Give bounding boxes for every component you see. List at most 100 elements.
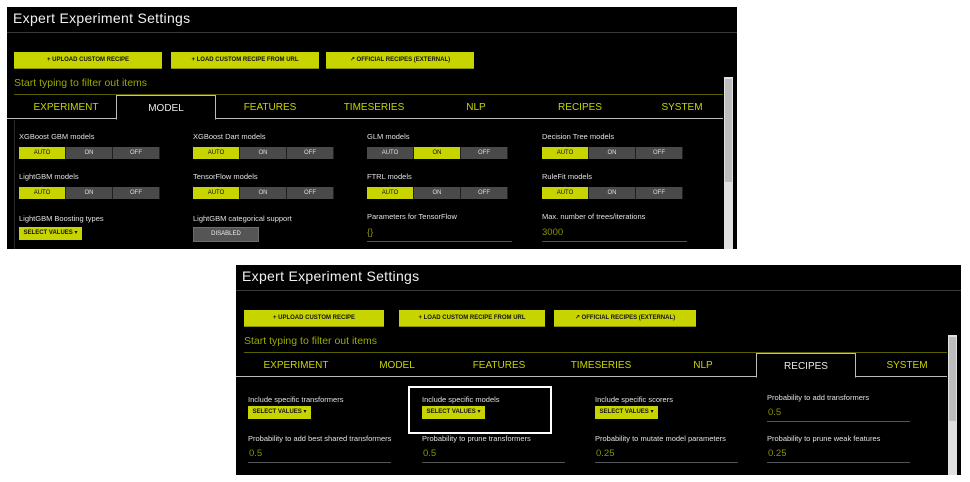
tab-nlp[interactable]: NLP — [427, 97, 525, 118]
prob-best-shared-input[interactable]: 0.5 — [249, 448, 262, 459]
option-off[interactable]: OFF — [287, 147, 334, 159]
include-transformers-select-button[interactable]: SELECT VALUES ▾ — [248, 406, 311, 419]
tab-timeseries[interactable]: TIMESERIES — [553, 355, 649, 376]
option-off[interactable]: OFF — [287, 187, 334, 199]
categorical-support-label: LightGBM categorical support — [193, 214, 292, 223]
toggle-label: FTRL models — [367, 172, 412, 181]
option-off[interactable]: OFF — [636, 147, 683, 159]
tab-timeseries[interactable]: TIMESERIES — [325, 97, 423, 118]
max-trees-input[interactable]: 3000 — [542, 227, 563, 238]
option-off[interactable]: OFF — [636, 187, 683, 199]
model-settings-body: XGBoost GBM models AUTO ON OFF XGBoost D… — [14, 120, 723, 249]
option-on[interactable]: ON — [66, 187, 113, 199]
tab-nlp[interactable]: NLP — [655, 355, 751, 376]
prob-mutate-params-label: Probability to mutate model parameters — [595, 434, 726, 443]
boosting-types-select-button[interactable]: SELECT VALUES ▾ — [19, 227, 82, 240]
toggle-label: Decision Tree models — [542, 132, 615, 141]
option-on[interactable]: ON — [414, 145, 461, 159]
glm-toggle[interactable]: AUTO ON OFF — [367, 145, 508, 159]
panel-title: Expert Experiment Settings — [242, 268, 420, 284]
categorical-support-button[interactable]: DISABLED — [193, 227, 259, 242]
prob-mutate-params-input[interactable]: 0.25 — [596, 448, 615, 459]
tf-params-input[interactable]: {} — [367, 227, 373, 238]
option-off[interactable]: OFF — [113, 187, 160, 199]
decision-tree-toggle[interactable]: AUTO ON OFF — [542, 145, 683, 159]
ftrl-toggle[interactable]: AUTO ON OFF — [367, 185, 508, 199]
tab-features[interactable]: FEATURES — [451, 355, 547, 376]
xgboost-dart-toggle[interactable]: AUTO ON OFF — [193, 145, 334, 159]
toggle-label: TensorFlow models — [193, 172, 258, 181]
prob-prune-weak-label: Probability to prune weak features — [767, 434, 881, 443]
prob-mutate-params-underline — [595, 462, 738, 463]
prob-prune-transformers-input[interactable]: 0.5 — [423, 448, 436, 459]
tab-system[interactable]: SYSTEM — [859, 355, 955, 376]
option-auto[interactable]: AUTO — [19, 145, 66, 159]
title-divider — [7, 32, 737, 33]
max-trees-label: Max. number of trees/iterations — [542, 212, 646, 221]
option-auto[interactable]: AUTO — [193, 185, 240, 199]
prob-prune-transformers-underline — [422, 462, 565, 463]
option-on[interactable]: ON — [66, 147, 113, 159]
prob-add-transformers-input[interactable]: 0.5 — [768, 407, 781, 418]
upload-custom-recipe-button[interactable]: + UPLOAD CUSTOM RECIPE — [14, 52, 162, 69]
prob-add-transformers-underline — [767, 421, 910, 422]
tab-recipes[interactable]: RECIPES — [531, 97, 629, 118]
settings-panel-recipes: Expert Experiment Settings + UPLOAD CUST… — [236, 265, 961, 475]
load-recipe-url-button[interactable]: + LOAD CUSTOM RECIPE FROM URL — [171, 52, 319, 69]
prob-prune-weak-input[interactable]: 0.25 — [768, 448, 787, 459]
max-trees-underline — [542, 241, 687, 242]
official-recipes-button[interactable]: ↗ OFFICIAL RECIPES (EXTERNAL) — [554, 310, 696, 327]
scroll-thumb[interactable] — [725, 79, 732, 183]
tab-experiment[interactable]: EXPERIMENT — [248, 355, 344, 376]
tab-experiment[interactable]: EXPERIMENT — [17, 97, 115, 118]
official-recipes-button[interactable]: ↗ OFFICIAL RECIPES (EXTERNAL) — [326, 52, 474, 69]
option-auto[interactable]: AUTO — [542, 185, 589, 199]
option-off[interactable]: OFF — [461, 187, 508, 199]
load-recipe-url-button[interactable]: + LOAD CUSTOM RECIPE FROM URL — [399, 310, 545, 327]
tab-features[interactable]: FEATURES — [221, 97, 319, 118]
tab-recipes[interactable]: RECIPES — [756, 353, 856, 378]
option-off[interactable]: OFF — [113, 147, 160, 159]
option-on[interactable]: ON — [240, 147, 287, 159]
tab-bar: EXPERIMENT MODEL FEATURES TIMESERIES NLP… — [236, 353, 947, 378]
option-off[interactable]: OFF — [461, 147, 508, 159]
upload-custom-recipe-button[interactable]: + UPLOAD CUSTOM RECIPE — [244, 310, 384, 327]
include-scorers-select-button[interactable]: SELECT VALUES ▾ — [595, 406, 658, 419]
tab-system[interactable]: SYSTEM — [633, 97, 731, 118]
toggle-label: LightGBM models — [19, 172, 79, 181]
rulefit-toggle[interactable]: AUTO ON OFF — [542, 185, 683, 199]
option-auto[interactable]: AUTO — [367, 147, 414, 159]
prob-best-shared-label: Probability to add best shared transform… — [248, 434, 392, 443]
tab-bar: EXPERIMENT MODEL FEATURES TIMESERIES NLP… — [7, 95, 723, 120]
include-transformers-label: Include specific transformers — [248, 395, 344, 404]
option-auto[interactable]: AUTO — [542, 145, 589, 159]
toggle-label: GLM models — [367, 132, 410, 141]
option-auto[interactable]: AUTO — [367, 185, 414, 199]
tab-model[interactable]: MODEL — [349, 355, 445, 376]
lightgbm-toggle[interactable]: AUTO ON OFF — [19, 185, 160, 199]
option-on[interactable]: ON — [589, 147, 636, 159]
tf-params-underline — [367, 241, 512, 242]
include-models-highlight-box — [408, 386, 552, 434]
option-on[interactable]: ON — [589, 187, 636, 199]
include-scorers-label: Include specific scorers — [595, 395, 673, 404]
filter-input[interactable]: Start typing to filter out items — [244, 335, 377, 347]
prob-add-transformers-label: Probability to add transformers — [767, 393, 870, 402]
xgboost-gbm-toggle[interactable]: AUTO ON OFF — [19, 145, 160, 159]
option-auto[interactable]: AUTO — [19, 185, 66, 199]
option-auto[interactable]: AUTO — [193, 145, 240, 159]
prob-prune-transformers-label: Probability to prune transformers — [422, 434, 531, 443]
prob-prune-weak-underline — [767, 462, 910, 463]
recipes-settings-body: Include specific transformers SELECT VAL… — [236, 378, 947, 475]
toggle-label: RuleFit models — [542, 172, 593, 181]
tensorflow-toggle[interactable]: AUTO ON OFF — [193, 185, 334, 199]
option-on[interactable]: ON — [240, 187, 287, 199]
option-on[interactable]: ON — [414, 187, 461, 199]
scroll-thumb[interactable] — [949, 337, 956, 421]
prob-best-shared-underline — [248, 462, 391, 463]
filter-input[interactable]: Start typing to filter out items — [14, 77, 147, 89]
title-divider — [236, 290, 961, 291]
tf-params-label: Parameters for TensorFlow — [367, 212, 457, 221]
toggle-label: XGBoost GBM models — [19, 132, 95, 141]
tab-model[interactable]: MODEL — [116, 95, 216, 120]
